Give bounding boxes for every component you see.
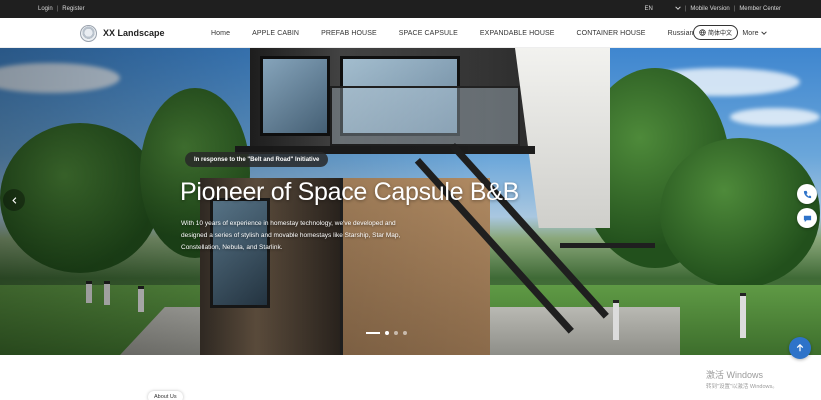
windows-activation-watermark: 激活 Windows 转到"设置"以激活 Windows。 <box>706 368 778 390</box>
separator: | <box>56 6 59 12</box>
watermark-line-1: 激活 Windows <box>706 370 764 380</box>
nav-item-home[interactable]: Home <box>211 30 230 37</box>
arrow-up-icon <box>796 344 804 352</box>
globe-logo-icon <box>80 24 97 42</box>
carousel-dot[interactable] <box>385 331 389 335</box>
nav-item-expandable-house[interactable]: EXPANDABLE HOUSE <box>480 30 555 37</box>
chat-icon <box>803 215 811 222</box>
globe-icon <box>699 29 706 36</box>
phone-icon <box>803 190 811 198</box>
chevron-left-icon <box>11 196 16 204</box>
watermark-line-2: 转到"设置"以激活 Windows。 <box>706 384 778 390</box>
carousel-progress-bar <box>366 332 380 334</box>
language-chevron-icon[interactable] <box>675 5 681 13</box>
chat-contact-button[interactable] <box>797 208 817 228</box>
language-selector[interactable]: EN <box>644 6 652 12</box>
account-links: Login | Register <box>38 0 85 18</box>
top-utility-bar: Login | Register EN | Mobile Version | M… <box>0 0 821 18</box>
phone-contact-button[interactable] <box>797 184 817 204</box>
main-navigation: XX Landscape Home APPLE CABIN PREFAB HOU… <box>0 18 821 48</box>
login-link[interactable]: Login <box>38 6 53 12</box>
chevron-down-icon <box>760 31 767 35</box>
chinese-button-label: 简体中文 <box>707 31 732 37</box>
mobile-version-link[interactable]: Mobile Version <box>690 6 729 12</box>
member-center-link[interactable]: Member Center <box>739 6 781 12</box>
carousel-indicators <box>366 331 407 335</box>
brand[interactable]: XX Landscape <box>80 18 165 48</box>
hero-tagline: In response to the "Belt and Road" Initi… <box>185 152 329 167</box>
nav-item-apple-cabin[interactable]: APPLE CABIN <box>252 30 299 37</box>
nav-item-space-capsule[interactable]: SPACE CAPSULE <box>399 30 458 37</box>
carousel-dot[interactable] <box>403 331 407 335</box>
separator: | <box>684 6 687 12</box>
about-us-tab[interactable]: About Us <box>148 391 183 400</box>
carousel-prev-button[interactable] <box>3 189 25 211</box>
chinese-language-button[interactable]: 简体中文 <box>693 25 738 40</box>
back-to-top-button[interactable] <box>789 337 811 359</box>
more-label: More <box>742 29 759 37</box>
brand-name: XX Landscape <box>103 28 165 38</box>
hero-title: Pioneer of Space Capsule B&B <box>180 178 520 206</box>
hero-banner: In response to the "Belt and Road" Initi… <box>0 48 821 355</box>
nav-item-prefab-house[interactable]: PREFAB HOUSE <box>321 30 377 37</box>
register-link[interactable]: Register <box>62 6 84 12</box>
separator: | <box>733 6 736 12</box>
nav-item-more[interactable]: More <box>742 29 767 37</box>
carousel-dot[interactable] <box>394 331 398 335</box>
nav-item-container-house[interactable]: CONTAINER HOUSE <box>577 30 646 37</box>
utility-links: EN | Mobile Version | Member Center <box>644 0 781 18</box>
hero-description: With 10 years of experience in homestay … <box>181 220 401 251</box>
